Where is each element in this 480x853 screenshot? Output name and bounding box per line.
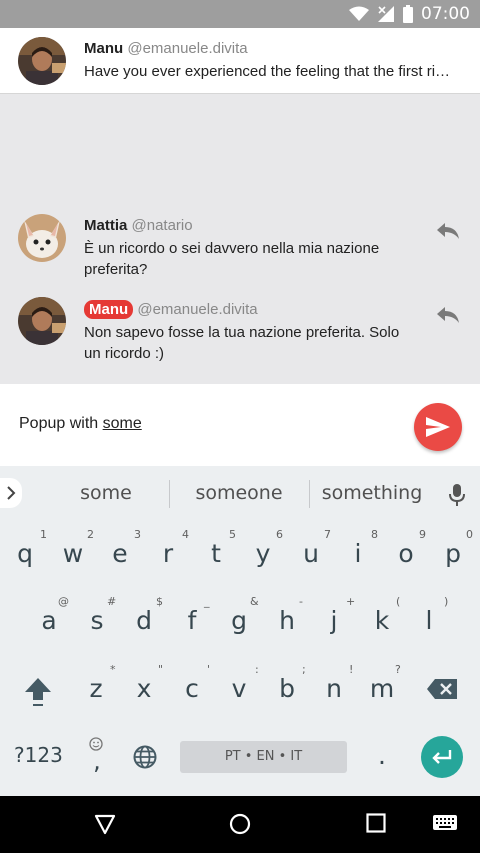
period-key[interactable]: . <box>362 741 402 770</box>
avatar[interactable] <box>18 37 66 85</box>
home-icon[interactable] <box>229 813 251 835</box>
key-a[interactable]: a <box>29 606 69 635</box>
backspace-icon[interactable] <box>427 679 457 699</box>
reply-author: Manu @emanuele.divita <box>84 300 258 319</box>
send-button[interactable] <box>414 403 462 451</box>
author-name: Mattia <box>84 217 128 234</box>
no-signal-icon <box>378 6 394 22</box>
compose-text: Popup with <box>19 415 103 432</box>
author-handle: @emanuele.divita <box>137 301 258 318</box>
key-i[interactable]: i <box>338 539 378 568</box>
key-s[interactable]: s <box>77 606 117 635</box>
navigation-bar <box>0 796 480 853</box>
recents-icon[interactable] <box>366 813 386 833</box>
suggestion-divider <box>309 480 310 508</box>
key-o[interactable]: o <box>386 539 426 568</box>
reply-text: È un ricordo o sei davvero nella mia naz… <box>84 238 379 280</box>
enter-key[interactable] <box>421 736 463 778</box>
key-p[interactable]: p <box>433 539 473 568</box>
key-t[interactable]: t <box>196 539 236 568</box>
key-r[interactable]: r <box>148 539 188 568</box>
status-time: 07:00 <box>421 4 470 24</box>
key-f[interactable]: f <box>172 606 212 635</box>
reply-list[interactable]: Mattia @natario È un ricordo o sei davve… <box>0 95 480 384</box>
key-n[interactable]: n <box>314 674 354 703</box>
key-x[interactable]: x <box>124 674 164 703</box>
key-w[interactable]: w <box>53 539 93 568</box>
globe-icon[interactable] <box>133 745 157 769</box>
reply-icon[interactable] <box>435 303 461 325</box>
suggestion-something[interactable]: something <box>316 482 428 504</box>
microphone-icon[interactable] <box>449 484 465 506</box>
key-z[interactable]: z <box>76 674 116 703</box>
suggestion-strip: some someone something <box>0 466 480 522</box>
key-v[interactable]: v <box>219 674 259 703</box>
suggestion-someone[interactable]: someone <box>178 482 300 504</box>
reply-icon[interactable] <box>435 219 461 241</box>
symbols-key[interactable]: ?123 <box>14 743 63 767</box>
reply-text: Non sapevo fosse la tua nazione preferit… <box>84 322 399 364</box>
key-m[interactable]: m <box>362 674 402 703</box>
key-k[interactable]: k <box>362 606 402 635</box>
reply-text-line: È un ricordo o sei davvero nella mia naz… <box>84 240 380 257</box>
battery-icon <box>403 5 413 23</box>
reply-text-line: un ricordo :) <box>84 345 165 362</box>
enter-icon <box>432 750 452 764</box>
keyboard-switch-icon[interactable] <box>433 815 457 833</box>
avatar[interactable] <box>18 297 66 345</box>
compose-area[interactable]: Popup with some <box>0 384 480 466</box>
chevron-right-icon <box>7 486 16 500</box>
tweet-text: Have you ever experienced the feeling th… <box>84 63 451 80</box>
author-handle: @emanuele.divita <box>127 40 248 57</box>
key-d[interactable]: d <box>124 606 164 635</box>
back-icon[interactable] <box>94 813 116 835</box>
suggestion-divider <box>169 480 170 508</box>
key-e[interactable]: e <box>100 539 140 568</box>
key-u[interactable]: u <box>291 539 331 568</box>
reply-text-line: preferita? <box>84 261 148 278</box>
compose-current-word: some <box>102 415 142 432</box>
key-h[interactable]: h <box>267 606 307 635</box>
key-q[interactable]: q <box>5 539 45 568</box>
expand-suggestions-button[interactable] <box>0 478 22 508</box>
key-c[interactable]: c <box>172 674 212 703</box>
tweet-author: Manu @emanuele.divita <box>84 40 248 57</box>
key-l[interactable]: l <box>409 606 449 635</box>
send-icon <box>426 417 450 437</box>
author-name: Manu <box>84 40 124 57</box>
soft-keyboard[interactable]: some someone something 1 2 3 4 5 6 7 8 9… <box>0 466 480 796</box>
key-g[interactable]: g <box>219 606 259 635</box>
reply-author: Mattia @natario <box>84 217 193 234</box>
avatar[interactable] <box>18 214 66 262</box>
wifi-icon <box>349 6 369 21</box>
key-b[interactable]: b <box>267 674 307 703</box>
suggestion-some[interactable]: some <box>56 482 156 504</box>
reply-text-line: Non sapevo fosse la tua nazione preferit… <box>84 324 400 341</box>
key-j[interactable]: j <box>314 606 354 635</box>
space-key[interactable]: PT • EN • IT <box>180 741 347 773</box>
status-bar: 07:00 <box>0 0 480 28</box>
compose-input[interactable]: Popup with some <box>19 415 142 433</box>
key-y[interactable]: y <box>243 539 283 568</box>
author-name-badge: Manu <box>84 300 134 319</box>
shift-icon[interactable] <box>23 676 53 708</box>
author-handle: @natario <box>131 217 193 234</box>
original-tweet[interactable]: Manu @emanuele.divita Have you ever expe… <box>0 28 480 94</box>
comma-key[interactable]: , <box>77 747 117 775</box>
